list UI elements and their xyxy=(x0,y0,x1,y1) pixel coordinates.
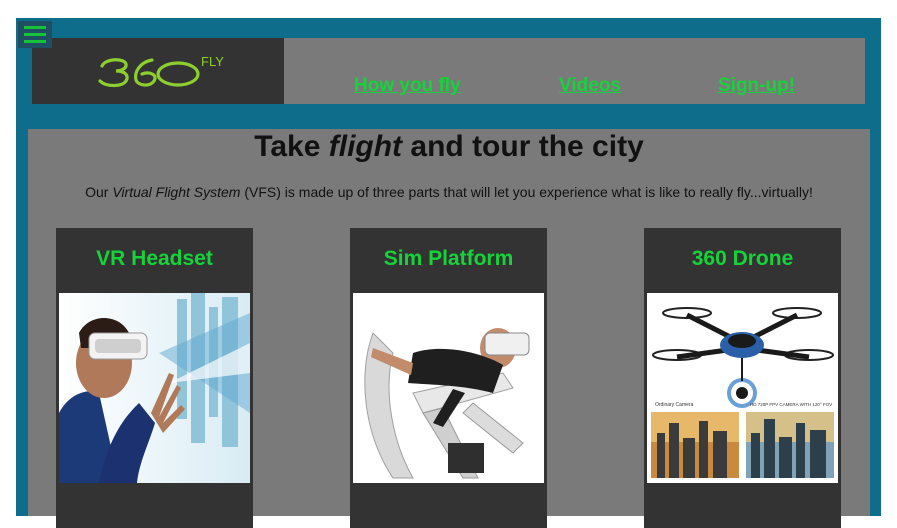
card-title: Sim Platform xyxy=(383,247,514,270)
nav-sign-up[interactable]: Sign-up! xyxy=(718,75,795,97)
card-sim-platform[interactable]: Sim Platform xyxy=(350,228,547,528)
card-title: 360 Drone xyxy=(691,247,794,270)
logo-suffix: FLY xyxy=(201,54,224,69)
hamburger-menu-icon[interactable] xyxy=(18,21,52,48)
nav-videos[interactable]: Videos xyxy=(559,75,621,97)
main-content: Take flight and tour the city Our Virtua… xyxy=(28,129,870,528)
card-title: VR Headset xyxy=(96,247,213,270)
nav-how-you-fly[interactable]: How you fly xyxy=(354,75,461,97)
page-title: Take flight and tour the city xyxy=(254,130,644,163)
card-360-drone[interactable]: 360 Drone Ordinary Camera HD 720P FPV CA… xyxy=(644,228,841,528)
card-vr-headset[interactable]: VR Headset xyxy=(56,228,253,528)
drone-caption-left: Ordinary Camera xyxy=(655,402,694,408)
site-logo[interactable]: FLY xyxy=(32,38,284,104)
vr-headset-image xyxy=(59,293,250,483)
drone-caption-right: HD 720P FPV CAMERA WITH 120° FOV xyxy=(750,402,832,407)
sim-platform-image xyxy=(353,293,544,483)
intro-text: Our Virtual Flight System (VFS) is made … xyxy=(85,184,813,200)
drone-image: Ordinary Camera HD 720P FPV CAMERA WITH … xyxy=(647,293,838,483)
